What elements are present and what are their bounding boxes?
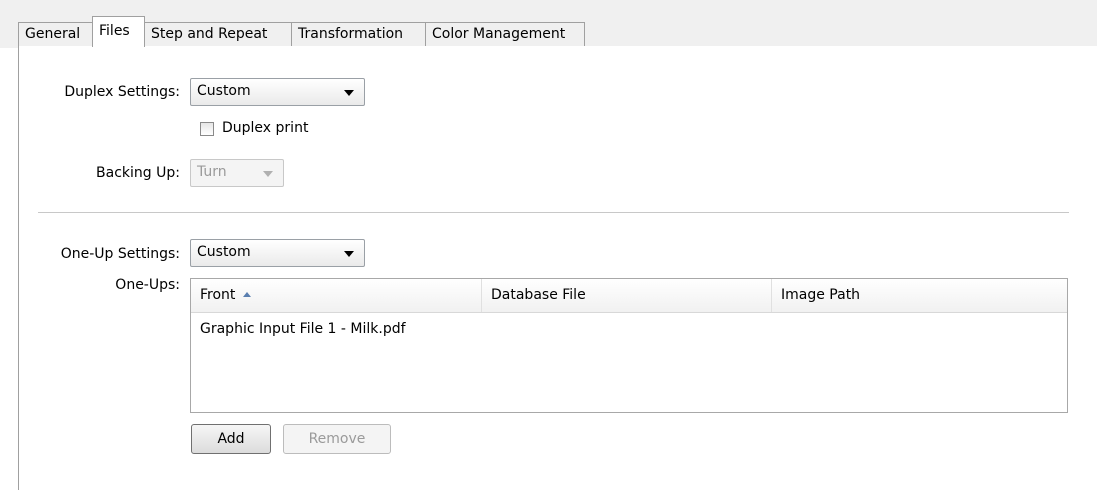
one-ups-label: One-Ups:	[115, 277, 180, 293]
tab-label: General	[25, 26, 81, 42]
column-header-database-file[interactable]: Database File	[482, 279, 772, 312]
sort-ascending-icon	[243, 292, 252, 297]
column-header-label: Database File	[491, 287, 586, 303]
duplex-print-checkbox[interactable]	[200, 122, 214, 136]
backing-up-label: Backing Up:	[96, 165, 180, 181]
chevron-down-icon	[344, 251, 354, 257]
tab-label: Files	[99, 23, 130, 39]
one-up-settings-dropdown[interactable]: Custom	[190, 239, 365, 267]
tab-step-and-repeat[interactable]: Step and Repeat	[144, 22, 292, 46]
backing-up-value: Turn	[197, 164, 227, 180]
tab-files[interactable]: Files	[92, 16, 145, 47]
backing-up-dropdown[interactable]: Turn	[190, 159, 284, 187]
add-button[interactable]: Add	[191, 424, 271, 454]
files-panel	[18, 46, 1097, 490]
column-header-image-path[interactable]: Image Path	[772, 279, 1067, 312]
remove-button[interactable]: Remove	[283, 424, 391, 454]
tab-transformation[interactable]: Transformation	[291, 22, 426, 46]
duplex-settings-value: Custom	[197, 83, 251, 99]
one-up-settings-value: Custom	[197, 244, 251, 260]
tab-strip: General Files Step and Repeat Transforma…	[0, 0, 1097, 48]
chevron-down-icon	[263, 171, 273, 177]
cell-front: Graphic Input File 1 - Milk.pdf	[200, 321, 406, 337]
duplex-print-label: Duplex print	[222, 120, 309, 136]
column-header-label: Image Path	[781, 287, 861, 303]
duplex-settings-label: Duplex Settings:	[64, 84, 180, 100]
tab-label: Step and Repeat	[151, 26, 268, 42]
tab-label: Color Management	[432, 26, 566, 42]
one-up-settings-label: One-Up Settings:	[60, 246, 180, 262]
column-header-front[interactable]: Front	[191, 279, 482, 312]
section-divider	[38, 212, 1069, 213]
one-ups-table[interactable]: Front Database File Image Path Graphic I…	[190, 278, 1068, 413]
duplex-settings-dropdown[interactable]: Custom	[190, 78, 365, 106]
chevron-down-icon	[344, 90, 354, 96]
table-header: Front Database File Image Path	[191, 279, 1067, 313]
table-row[interactable]: Graphic Input File 1 - Milk.pdf	[200, 321, 406, 337]
tab-label: Transformation	[298, 26, 404, 42]
column-header-label: Front	[200, 287, 236, 303]
tab-general[interactable]: General	[18, 22, 93, 46]
tab-color-management[interactable]: Color Management	[425, 22, 585, 46]
